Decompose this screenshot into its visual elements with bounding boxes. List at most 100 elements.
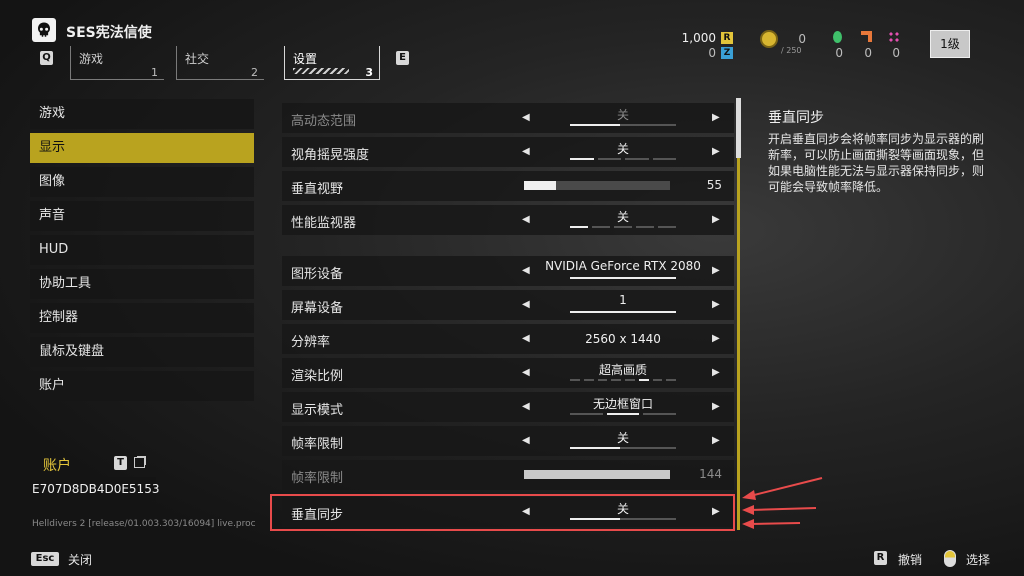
arrow-left-icon[interactable]: ◀ <box>522 265 530 276</box>
arrow-left-icon[interactable]: ◀ <box>522 146 530 157</box>
arrow-right-icon[interactable]: ▶ <box>712 333 720 344</box>
arrow-right-icon[interactable]: ▶ <box>712 146 720 157</box>
setting-row-camera-shake[interactable]: 视角摇晃强度 ◀ 关 ▶ <box>282 137 734 167</box>
tab-settings[interactable]: 设置 3 <box>284 46 380 80</box>
mouse-left-click-icon <box>944 550 956 567</box>
arrow-left-icon[interactable]: ◀ <box>522 367 530 378</box>
setting-row-graphics-device[interactable]: 图形设备 ◀ NVIDIA GeForce RTX 2080 ▶ <box>282 256 734 286</box>
setting-label: 帧率限制 <box>291 437 344 452</box>
undo-key[interactable]: R <box>874 551 887 565</box>
tab-number: 3 <box>365 66 373 79</box>
fov-slider[interactable] <box>524 181 670 190</box>
setting-value: 超高画质 <box>598 363 647 377</box>
account-key[interactable]: T <box>114 456 127 470</box>
setting-label: 视角摇晃强度 <box>291 148 370 163</box>
setting-row-hdr[interactable]: 高动态范围 ◀ 关 ▶ <box>282 103 734 133</box>
arrow-left-icon[interactable]: ◀ <box>522 112 530 123</box>
arrow-left-icon[interactable]: ◀ <box>522 435 530 446</box>
setting-row-display-mode[interactable]: 显示模式 ◀ 无边框窗口 ▶ <box>282 392 734 422</box>
info-description: 开启垂直同步会将帧率同步为显示器的刷新率，可以防止画面撕裂等画面现象，但如果电脑… <box>768 132 985 194</box>
sidebar-item-account[interactable]: 账户 <box>30 371 254 401</box>
sidebar-item-game[interactable]: 游戏 <box>30 99 254 129</box>
annotation-arrow-head <box>742 519 754 529</box>
annotation-arrow-line <box>749 522 801 525</box>
medal-icon <box>760 30 778 48</box>
info-title: 垂直同步 <box>768 110 824 126</box>
close-label[interactable]: 关闭 <box>68 551 92 568</box>
option-track <box>570 311 676 313</box>
vsync-highlight-box <box>270 494 735 531</box>
setting-row-screen-device[interactable]: 屏幕设备 ◀ 1 ▶ <box>282 290 734 320</box>
scrollbar-thumb[interactable] <box>736 98 741 158</box>
tab-label: 游戏 <box>79 52 104 66</box>
setting-label: 显示模式 <box>291 403 344 418</box>
setting-row-render-scale[interactable]: 渲染比例 ◀ 超高画质 ▶ <box>282 358 734 388</box>
setting-label: 分辨率 <box>291 335 331 350</box>
undo-label[interactable]: 撤销 <box>898 551 922 568</box>
sidebar-item-audio[interactable]: 声音 <box>30 201 254 231</box>
sidebar-item-graphics[interactable]: 图像 <box>30 167 254 197</box>
setting-row-frame-limit-value[interactable]: 帧率限制 144 <box>282 460 734 490</box>
setting-row-fov[interactable]: 垂直视野 55 <box>282 171 734 201</box>
tab-next-key[interactable]: E <box>396 51 409 65</box>
tab-number: 1 <box>151 66 158 79</box>
setting-label: 垂直视野 <box>291 182 344 197</box>
option-segments <box>570 413 677 415</box>
select-label[interactable]: 选择 <box>966 551 990 568</box>
setting-row-resolution[interactable]: 分辨率 ◀ 2560 x 1440 ▶ <box>282 324 734 354</box>
setting-value: 1 <box>619 293 627 307</box>
setting-label: 渲染比例 <box>291 369 344 384</box>
arrow-left-icon[interactable]: ◀ <box>522 333 530 344</box>
version-text: Helldivers 2 [release/01.003.303/16094] … <box>32 519 256 529</box>
setting-row-performance-monitor[interactable]: 性能监视器 ◀ 关 ▶ <box>282 205 734 235</box>
account-id: E707D8DB4D0E5153 <box>30 477 159 501</box>
tab-label: 设置 <box>293 52 318 66</box>
copy-icon[interactable] <box>134 457 145 468</box>
skull-logo-icon <box>32 18 56 42</box>
annotation-arrow-line <box>749 477 823 497</box>
orange-sample-icon <box>861 31 872 42</box>
setting-label: 屏幕设备 <box>291 301 344 316</box>
arrow-right-icon[interactable]: ▶ <box>712 299 720 310</box>
setting-value: 55 <box>706 178 722 192</box>
esc-key[interactable]: Esc <box>31 552 59 566</box>
tab-social[interactable]: 社交 2 <box>176 46 264 80</box>
setting-row-frame-limit[interactable]: 帧率限制 ◀ 关 ▶ <box>282 426 734 456</box>
annotation-arrows <box>742 477 823 529</box>
annotation-arrow-line <box>749 507 817 511</box>
setting-value: 关 <box>616 142 629 156</box>
sidebar-item-display[interactable]: 显示 <box>30 133 254 163</box>
sidebar-item-mouse-keyboard[interactable]: 鼠标及键盘 <box>30 337 254 367</box>
arrow-right-icon[interactable]: ▶ <box>712 214 720 225</box>
sidebar-item-accessibility[interactable]: 协助工具 <box>30 269 254 299</box>
requisition-badge-icon: R <box>721 32 733 44</box>
arrow-left-icon[interactable]: ◀ <box>522 299 530 310</box>
tab-game[interactable]: 游戏 1 <box>70 46 164 80</box>
green-sample-value: 0 <box>835 46 843 60</box>
tab-label: 社交 <box>185 52 210 66</box>
annotation-arrow-head <box>742 490 756 500</box>
super-credits-badge-icon: Z <box>721 47 733 59</box>
tab-prev-key[interactable]: Q <box>40 51 53 65</box>
arrow-right-icon[interactable]: ▶ <box>712 401 720 412</box>
arrow-left-icon[interactable]: ◀ <box>522 214 530 225</box>
sidebar-item-hud[interactable]: HUD <box>30 235 254 265</box>
arrow-left-icon[interactable]: ◀ <box>522 401 530 412</box>
slider-fill <box>524 470 670 479</box>
setting-label: 性能监视器 <box>291 216 357 231</box>
setting-value: NVIDIA GeForce RTX 2080 <box>545 259 701 273</box>
green-sample-icon <box>833 31 842 43</box>
option-track <box>570 124 676 126</box>
arrow-right-icon[interactable]: ▶ <box>712 265 720 276</box>
arrow-right-icon[interactable]: ▶ <box>712 435 720 446</box>
arrow-right-icon[interactable]: ▶ <box>712 112 720 123</box>
setting-value: 关 <box>616 431 629 445</box>
settings-scrollbar[interactable] <box>737 98 740 530</box>
option-track <box>570 447 676 449</box>
frame-limit-slider[interactable] <box>524 470 670 479</box>
annotation-arrow-head <box>742 505 754 515</box>
option-segments <box>570 158 676 160</box>
setting-value: 2560 x 1440 <box>585 332 661 346</box>
arrow-right-icon[interactable]: ▶ <box>712 367 720 378</box>
sidebar-item-controller[interactable]: 控制器 <box>30 303 254 333</box>
